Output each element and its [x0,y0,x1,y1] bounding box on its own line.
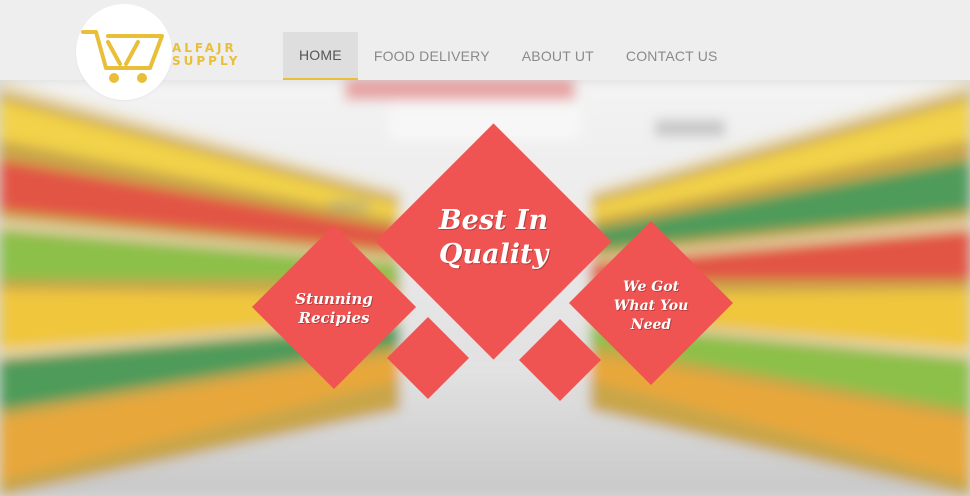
recipes-line-2: Recipies [298,309,370,327]
need-line-3: Need [630,317,672,333]
brand-line-2: SUPPLY [172,54,241,68]
nav-food-delivery[interactable]: FOOD DELIVERY [358,32,506,80]
recipes-line-1: Stunning [295,290,373,308]
quality-line-1: Best In [438,205,549,236]
feature-title-recipes: Stunning Recipies [276,290,392,328]
nav-about[interactable]: ABOUT UT [506,32,610,80]
feature-title-quality: Best In Quality [410,204,577,272]
need-line-1: We Got [622,279,680,295]
need-line-2: What You [613,298,689,314]
nav-home[interactable]: HOME [283,32,358,80]
cart-logo-icon[interactable] [78,12,178,92]
nav-contact[interactable]: CONTACT US [610,32,734,80]
feature-title-need: We Got What You Need [593,278,709,335]
quality-line-2: Quality [438,239,549,270]
hero-banner: Stunning Recipies We Got What You Need B… [0,80,970,496]
brand-wordmark[interactable]: ALFAJR SUPPLY [172,42,240,68]
main-nav: HOME FOOD DELIVERY ABOUT UT CONTACT US [283,32,734,80]
